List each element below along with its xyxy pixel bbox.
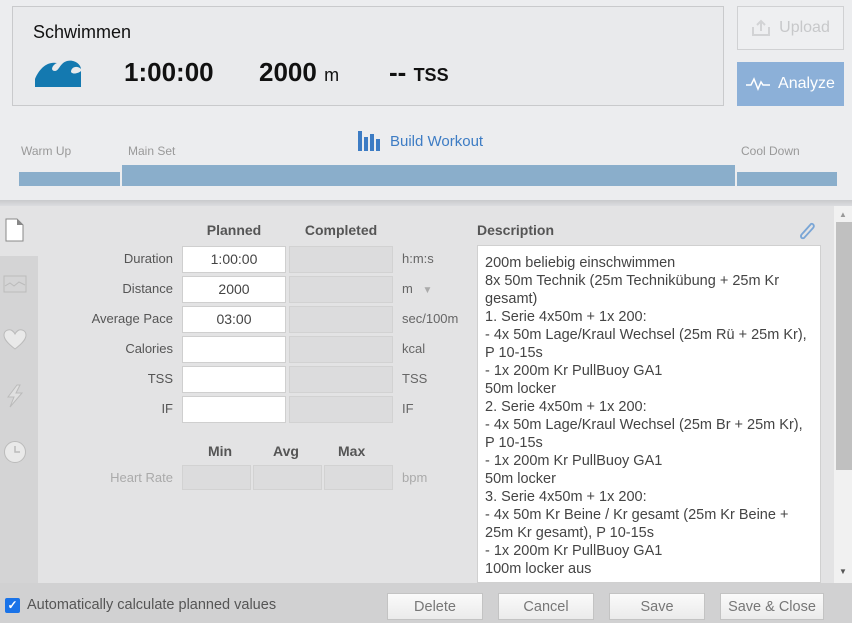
summary-tss: -- TSS — [389, 57, 449, 88]
tss-completed-input[interactable] — [289, 366, 393, 393]
auto-calc-label: Automatically calculate planned values — [27, 597, 277, 613]
calories-label: Calories — [125, 341, 173, 356]
workout-summary: Schwimmen 1:00:00 2000 m -- TSS — [12, 6, 724, 106]
calories-planned-input[interactable] — [182, 336, 286, 363]
side-tab-heart-rate[interactable] — [3, 328, 27, 352]
segment-label-main-set: Main Set — [128, 144, 176, 158]
if-unit: IF — [402, 401, 414, 416]
duration-label: Duration — [123, 251, 173, 266]
save-close-button[interactable]: Save & Close — [720, 593, 824, 620]
side-tabs-inactive — [0, 256, 38, 583]
summary-duration: 1:00:00 — [124, 57, 214, 87]
bar-chart-icon — [358, 131, 380, 151]
distance-completed-input[interactable] — [289, 276, 393, 303]
hr-max-input[interactable] — [324, 465, 393, 490]
side-tab-power[interactable] — [3, 384, 27, 408]
if-planned-input[interactable] — [182, 396, 286, 423]
segment-label-warm-up: Warm Up — [21, 144, 72, 158]
side-tab-time[interactable] — [3, 440, 27, 464]
duration-planned-input[interactable]: 1:00:00 — [182, 246, 286, 273]
column-header-planned: Planned — [206, 222, 262, 238]
hr-column-avg: Avg — [273, 443, 299, 459]
delete-button[interactable]: Delete — [387, 593, 483, 620]
summary-distance-value: 2000 — [259, 57, 317, 87]
segment-bar-cool-down[interactable] — [737, 172, 837, 186]
auto-calc-checkbox[interactable]: ✓ — [5, 598, 20, 613]
paperclip-icon[interactable] — [796, 220, 818, 242]
duration-unit: h:m:s — [402, 251, 434, 266]
wave-icon — [35, 60, 81, 87]
pace-completed-input[interactable] — [289, 306, 393, 333]
scroll-up-icon[interactable]: ▲ — [834, 208, 852, 222]
workout-details: Planned Completed Duration 1:00:00 h:m:s… — [0, 206, 852, 583]
distance-planned-input[interactable]: 2000 — [182, 276, 286, 303]
distance-label: Distance — [122, 281, 173, 296]
summary-distance-unit: m — [324, 65, 340, 85]
calories-unit: kcal — [402, 341, 426, 356]
calories-completed-input[interactable] — [289, 336, 393, 363]
analyze-button[interactable]: Analyze — [737, 62, 844, 106]
tss-planned-input[interactable] — [182, 366, 286, 393]
scroll-down-icon[interactable]: ▼ — [834, 565, 852, 579]
hr-column-min: Min — [208, 443, 233, 459]
build-workout-link[interactable]: Build Workout — [358, 131, 483, 151]
segment-bar-warm-up[interactable] — [19, 172, 120, 186]
distance-unit-select[interactable]: m ▼ — [402, 281, 432, 296]
segment-bar-main-set[interactable] — [122, 165, 735, 186]
distance-unit: m — [402, 281, 413, 296]
side-tab-graph[interactable] — [3, 272, 27, 296]
analyze-label: Analyze — [778, 75, 835, 92]
hr-min-input[interactable] — [182, 465, 251, 490]
summary-tss-unit: TSS — [413, 65, 449, 85]
if-completed-input[interactable] — [289, 396, 393, 423]
duration-completed-input[interactable] — [289, 246, 393, 273]
upload-button[interactable]: Upload — [737, 6, 844, 50]
column-header-completed: Completed — [304, 222, 378, 238]
hr-avg-input[interactable] — [253, 465, 322, 490]
upload-label: Upload — [779, 19, 830, 36]
footer: ✓ Automatically calculate planned values… — [0, 583, 852, 623]
hr-unit: bpm — [402, 470, 428, 485]
hr-column-max: Max — [338, 443, 366, 459]
description-textarea[interactable]: 200m beliebig einschwimmen 8x 50m Techni… — [477, 245, 821, 583]
summary-distance: 2000 m — [259, 57, 339, 88]
sport-title: Schwimmen — [33, 22, 132, 42]
pace-planned-input[interactable]: 03:00 — [182, 306, 286, 333]
cancel-button[interactable]: Cancel — [498, 593, 594, 620]
description-heading: Description — [477, 222, 555, 238]
pace-label: Average Pace — [91, 311, 173, 326]
tss-label: TSS — [147, 371, 173, 386]
pace-unit: sec/100m — [402, 311, 459, 326]
build-workout-label: Build Workout — [390, 132, 484, 150]
segment-label-cool-down: Cool Down — [741, 144, 800, 158]
side-tab-summary[interactable] — [0, 206, 38, 256]
heart-rate-label: Heart Rate — [110, 470, 173, 485]
if-label: IF — [161, 401, 173, 416]
save-button[interactable]: Save — [609, 593, 705, 620]
scroll-thumb[interactable] — [836, 222, 852, 470]
tss-unit: TSS — [402, 371, 428, 386]
document-icon — [5, 218, 24, 242]
pulse-icon — [746, 77, 771, 91]
workout-header: Schwimmen 1:00:00 2000 m -- TSS Upload A… — [0, 0, 852, 200]
scrollbar[interactable]: ▲ ▼ — [834, 206, 852, 583]
chevron-down-icon: ▼ — [422, 285, 433, 296]
summary-tss-value: -- — [389, 57, 407, 87]
upload-icon — [752, 19, 771, 36]
